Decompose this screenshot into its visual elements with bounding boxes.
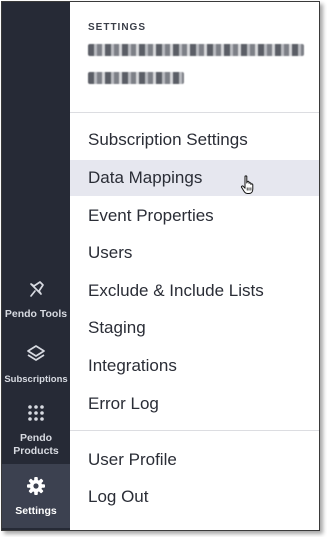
- sidebar-item-label: Pendo Tools: [4, 308, 68, 320]
- menu-divider: [70, 112, 319, 113]
- menu-item-users[interactable]: Users: [70, 235, 319, 271]
- sidebar-item-pendo-tools[interactable]: Pendo Tools: [2, 278, 70, 321]
- gear-icon: [25, 475, 47, 501]
- sidebar-item-label: Pendo Products: [13, 432, 59, 457]
- menu-item-user-profile[interactable]: User Profile: [70, 442, 319, 478]
- sidebar-item-pendo-products[interactable]: Pendo Products: [2, 402, 70, 458]
- menu-item-error-log[interactable]: Error Log: [70, 386, 319, 422]
- menu-item-log-out[interactable]: Log Out: [70, 479, 319, 515]
- menu-item-subscription-settings[interactable]: Subscription Settings: [70, 122, 319, 158]
- settings-popover-window: Pendo Tools Subscriptions Pendo Products: [1, 1, 320, 531]
- pin-icon: [25, 278, 47, 304]
- menu-item-data-mappings[interactable]: Data Mappings: [70, 160, 319, 196]
- grid-dots-icon: [25, 402, 47, 428]
- menu-item-integrations[interactable]: Integrations: [70, 348, 319, 384]
- sidebar-item-label: Settings: [15, 504, 57, 517]
- menu-item-exclude-include-lists[interactable]: Exclude & Include Lists: [70, 273, 319, 309]
- menu-divider: [70, 430, 319, 431]
- menu-item-event-properties[interactable]: Event Properties: [70, 198, 319, 234]
- sidebar-nav: Pendo Tools Subscriptions Pendo Products: [2, 2, 70, 530]
- sidebar-item-subscriptions[interactable]: Subscriptions: [2, 343, 70, 386]
- hand-pointer-cursor-icon: [240, 175, 256, 200]
- menu-section-header: SETTINGS: [88, 22, 147, 33]
- settings-menu: SETTINGS Subscription Settings Data Mapp…: [70, 2, 319, 530]
- sidebar-item-label: Subscriptions: [4, 374, 68, 385]
- menu-item-staging[interactable]: Staging: [70, 310, 319, 346]
- sidebar-item-settings[interactable]: Settings: [2, 464, 70, 528]
- layers-icon: [25, 343, 47, 369]
